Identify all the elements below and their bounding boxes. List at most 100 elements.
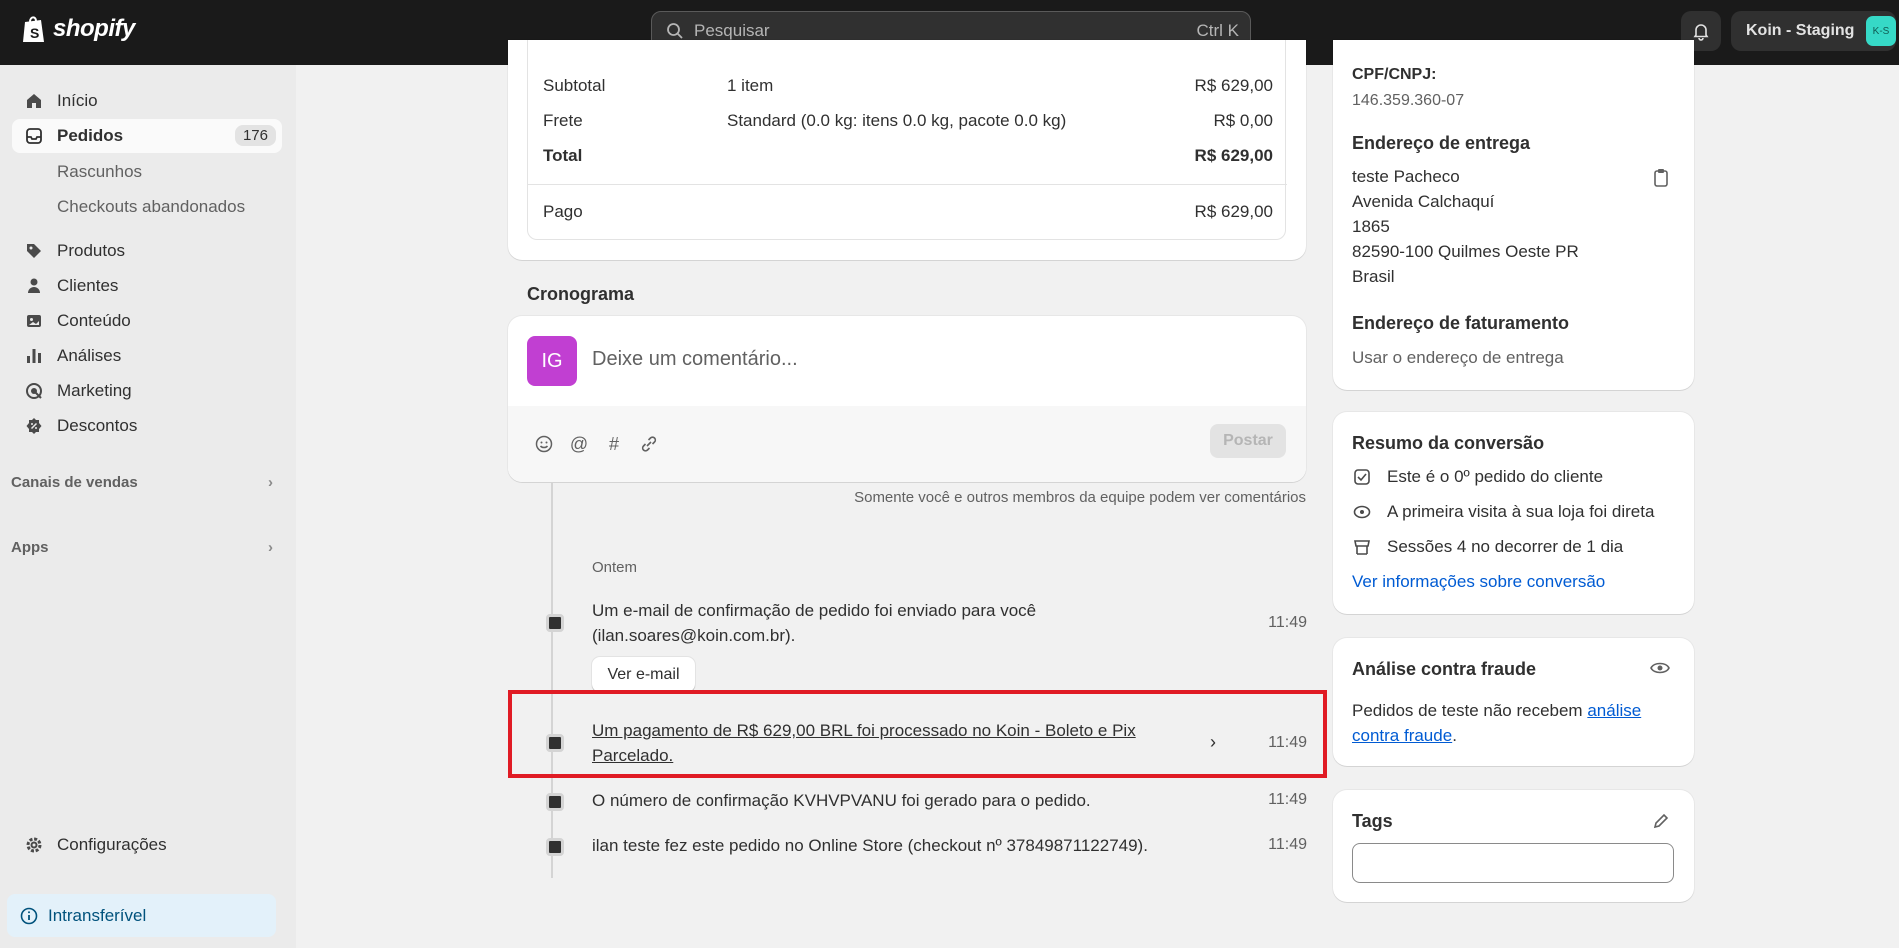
timeline-dot [546,614,564,632]
cpf-label: CPF/CNPJ: [1352,66,1437,83]
cpf-value: 146.359.360-07 [1352,92,1465,109]
eye-icon[interactable] [1650,660,1670,676]
sales-channels-section[interactable]: Canais de vendas › [11,474,273,491]
sidebar-item-label: Conteúdo [57,311,131,330]
fraud-title: Análise contra fraude [1352,659,1537,679]
conversion-summary-card: Resumo da conversão Este é o 0º pedido d… [1333,412,1694,614]
sidebar-item-marketing[interactable]: Marketing [12,374,282,408]
conversion-row: A primeira visita à sua loja foi direta [1352,502,1654,522]
comment-box: IG Deixe um comentário... @ # Postar [508,316,1306,482]
store-sessions-icon [1352,537,1372,557]
shipping-line: Avenida Calchaquí [1352,192,1495,211]
hashtag-icon[interactable]: # [604,434,624,454]
sidebar-item-descontos[interactable]: Descontos [12,409,282,443]
summary-detail: 1 item [727,76,774,95]
orders-icon [24,126,44,146]
summary-label: Frete [543,111,583,130]
sidebar-item-label: Clientes [57,276,119,295]
timeline-dot [546,838,564,856]
summary-row-subtotal: Subtotal 1 item R$ 629,00 [543,76,1273,96]
target-icon [24,381,44,401]
chevron-right-icon: › [268,539,273,556]
section-label: Apps [11,539,49,556]
home-icon [24,91,44,111]
bar-chart-icon [24,346,44,366]
summary-amount: R$ 629,00 [1194,76,1273,95]
timeline-line [551,482,553,878]
timeline-dot [546,734,564,752]
chevron-right-icon: › [268,474,273,491]
tags-title: Tags [1352,811,1393,831]
apps-section[interactable]: Apps › [11,539,273,556]
tags-input[interactable] [1352,843,1674,883]
avatar: IG [527,336,577,386]
conversion-text: Sessões 4 no decorrer de 1 dia [1387,537,1624,556]
fraud-text-suffix: . [1452,726,1457,745]
emoji-icon[interactable] [534,434,554,454]
tags-card: Tags [1333,790,1694,902]
discount-icon [24,416,44,436]
store-switcher[interactable]: Koin - Staging K-S [1731,11,1896,51]
tag-icon [24,241,44,261]
sidebar-item-clientes[interactable]: Clientes [12,269,282,303]
payment-summary-card: Subtotal 1 item R$ 629,00 Frete Standard… [508,40,1306,260]
event-time: 11:49 [1268,734,1307,751]
event-text-line: Um e-mail de confirmação de pedido foi e… [592,601,1037,620]
shipping-line: 82590-100 Quilmes Oeste PR [1352,242,1579,261]
sidebar-item-analises[interactable]: Análises [12,339,282,373]
sidebar-item-conteudo[interactable]: Conteúdo [12,304,282,338]
nontransferable-banner[interactable]: Intransferível [7,894,276,937]
fraud-analysis-card: Análise contra fraude Pedidos de teste n… [1333,638,1694,766]
chevron-right-icon[interactable]: › [1210,732,1216,753]
shipping-line: 1865 [1352,217,1390,236]
sidebar-item-label: Configurações [57,835,167,854]
sidebar-item-configuracoes[interactable]: Configurações [12,828,282,862]
orders-count-badge: 176 [234,125,276,146]
sidebar-item-inicio[interactable]: Início [12,84,282,118]
timeline-event-payment[interactable]: Um pagamento de R$ 629,00 BRL foi proces… [592,718,1136,768]
event-time: 11:49 [1268,791,1307,808]
person-icon [24,276,44,296]
search-placeholder: Pesquisar [694,20,770,40]
view-email-button[interactable]: Ver e-mail [592,657,695,692]
timeline-dot [546,793,564,811]
post-button[interactable]: Postar [1210,424,1286,458]
conversion-text: A primeira visita à sua loja foi direta [1387,502,1655,521]
billing-address-title: Endereço de faturamento [1352,313,1570,333]
section-label: Canais de vendas [11,474,138,491]
timeline-title: Cronograma [527,284,635,304]
brand-wordmark: shopify [53,15,135,42]
customer-card: CPF/CNPJ: 146.359.360-07 Endereço de ent… [1333,40,1694,390]
event-text-line: Um pagamento de R$ 629,00 BRL foi proces… [592,721,1136,740]
summary-label: Pago [543,202,583,221]
attachment-icon[interactable] [639,434,659,454]
billing-address-text: Usar o endereço de entrega [1352,348,1564,367]
order-count-icon [1352,467,1372,487]
gear-icon [24,835,44,855]
sidebar-item-label: Início [57,91,98,110]
sidebar-subitem-checkouts-abandonados[interactable]: Checkouts abandonados [57,197,245,217]
payment-summary-table: Subtotal 1 item R$ 629,00 Frete Standard… [527,40,1287,240]
shopify-logo[interactable]: S shopify [21,14,135,44]
sidebar-item-label: Pedidos [57,126,124,145]
event-text-line: (ilan.soares@koin.com.br). [592,626,796,645]
timeline-event-confirmation: O número de confirmação KVHVPVANU foi ge… [592,791,1091,810]
event-text-line: Parcelado. [592,746,674,765]
clipboard-icon[interactable] [1652,168,1670,188]
summary-row-total: Total R$ 629,00 [543,146,1273,166]
mention-icon[interactable]: @ [569,434,589,454]
sidebar-item-label: Descontos [57,416,138,435]
divider [528,184,1287,185]
summary-amount: R$ 629,00 [1194,202,1273,221]
comment-visibility-note: Somente você e outros membros da equipe … [854,489,1306,506]
summary-label: Subtotal [543,76,606,95]
conversion-details-link[interactable]: Ver informações sobre conversão [1352,572,1605,592]
sidebar-item-pedidos[interactable]: Pedidos 176 [12,119,282,153]
event-time: 11:49 [1268,836,1307,853]
sidebar-item-produtos[interactable]: Produtos [12,234,282,268]
comment-input[interactable]: Deixe um comentário... [592,348,798,371]
visit-icon [1352,502,1372,522]
pencil-icon[interactable] [1652,812,1670,830]
sidebar-subitem-rascunhos[interactable]: Rascunhos [57,162,142,182]
svg-text:S: S [30,25,39,41]
